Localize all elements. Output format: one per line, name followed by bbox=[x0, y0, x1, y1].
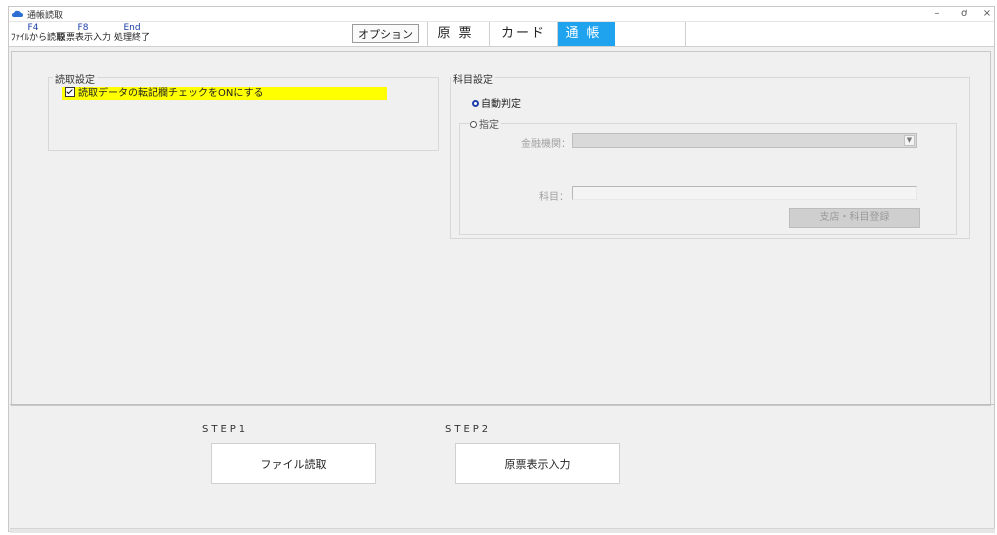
maximize-button[interactable]: ơ bbox=[954, 7, 974, 21]
read-settings-title: 読取設定 bbox=[53, 71, 97, 86]
step2-label: STEP2 bbox=[445, 424, 492, 435]
toolbar-divider bbox=[685, 22, 686, 46]
tab-passbook[interactable]: 通帳 bbox=[557, 22, 615, 46]
close-button[interactable]: × bbox=[977, 7, 997, 21]
specify-label: 指定 bbox=[479, 120, 499, 131]
transfer-check-option[interactable]: 読取データの転記欄チェックをONにする bbox=[62, 87, 387, 100]
radio-auto-judge[interactable]: 自動判定 bbox=[472, 95, 521, 110]
bank-select[interactable]: ▼ bbox=[572, 133, 917, 148]
fkey-label: End bbox=[123, 23, 141, 33]
f8-slip-input-button[interactable]: F8 原票表示入力 bbox=[57, 23, 112, 43]
auto-judge-label: 自動判定 bbox=[481, 99, 521, 110]
fkey-caption: 処理終了 bbox=[113, 33, 150, 43]
section-divider bbox=[10, 404, 995, 405]
minimize-button[interactable]: – bbox=[927, 7, 947, 21]
toolbar: F4 ﾌｧｲﾙから読取 F8 原票表示入力 End 処理終了 オプション 原票 … bbox=[9, 22, 994, 47]
chevron-down-icon[interactable]: ▼ bbox=[904, 135, 915, 146]
fkey-label: F4 bbox=[27, 23, 39, 33]
option-button[interactable]: オプション bbox=[352, 24, 419, 43]
subject-settings-title: 科目設定 bbox=[451, 71, 495, 86]
title-bar: 通帳読取 – ơ × bbox=[9, 7, 994, 22]
tab-card[interactable]: カード bbox=[489, 22, 557, 46]
radio-selected-icon bbox=[472, 100, 479, 107]
bank-label: 金融機関： bbox=[521, 139, 571, 150]
step1-label: STEP1 bbox=[202, 424, 249, 435]
file-read-button[interactable]: ファイル読取 bbox=[211, 443, 376, 484]
radio-specify[interactable]: 指定 bbox=[470, 116, 501, 131]
tab-genpyo[interactable]: 原票 bbox=[427, 22, 489, 46]
subject-input[interactable] bbox=[572, 186, 917, 200]
transfer-check-label: 読取データの転記欄チェックをONにする bbox=[78, 88, 264, 99]
f4-file-read-button[interactable]: F4 ﾌｧｲﾙから読取 bbox=[11, 23, 66, 43]
window-title: 通帳読取 bbox=[27, 11, 64, 21]
radio-unselected-icon bbox=[470, 121, 477, 128]
status-bar bbox=[10, 528, 995, 533]
checkbox-checked-icon[interactable] bbox=[65, 87, 75, 97]
fkey-label: F8 bbox=[77, 23, 89, 33]
branch-subject-register-button[interactable]: 支店・科目登録 bbox=[789, 208, 920, 228]
subject-label: 科目： bbox=[539, 192, 569, 203]
fkey-caption: 原票表示入力 bbox=[57, 33, 112, 43]
slip-display-input-button[interactable]: 原票表示入力 bbox=[455, 443, 620, 484]
cloud-icon bbox=[12, 10, 23, 17]
end-process-button[interactable]: End 処理終了 bbox=[112, 23, 152, 43]
fkey-caption: ﾌｧｲﾙから読取 bbox=[11, 33, 66, 43]
